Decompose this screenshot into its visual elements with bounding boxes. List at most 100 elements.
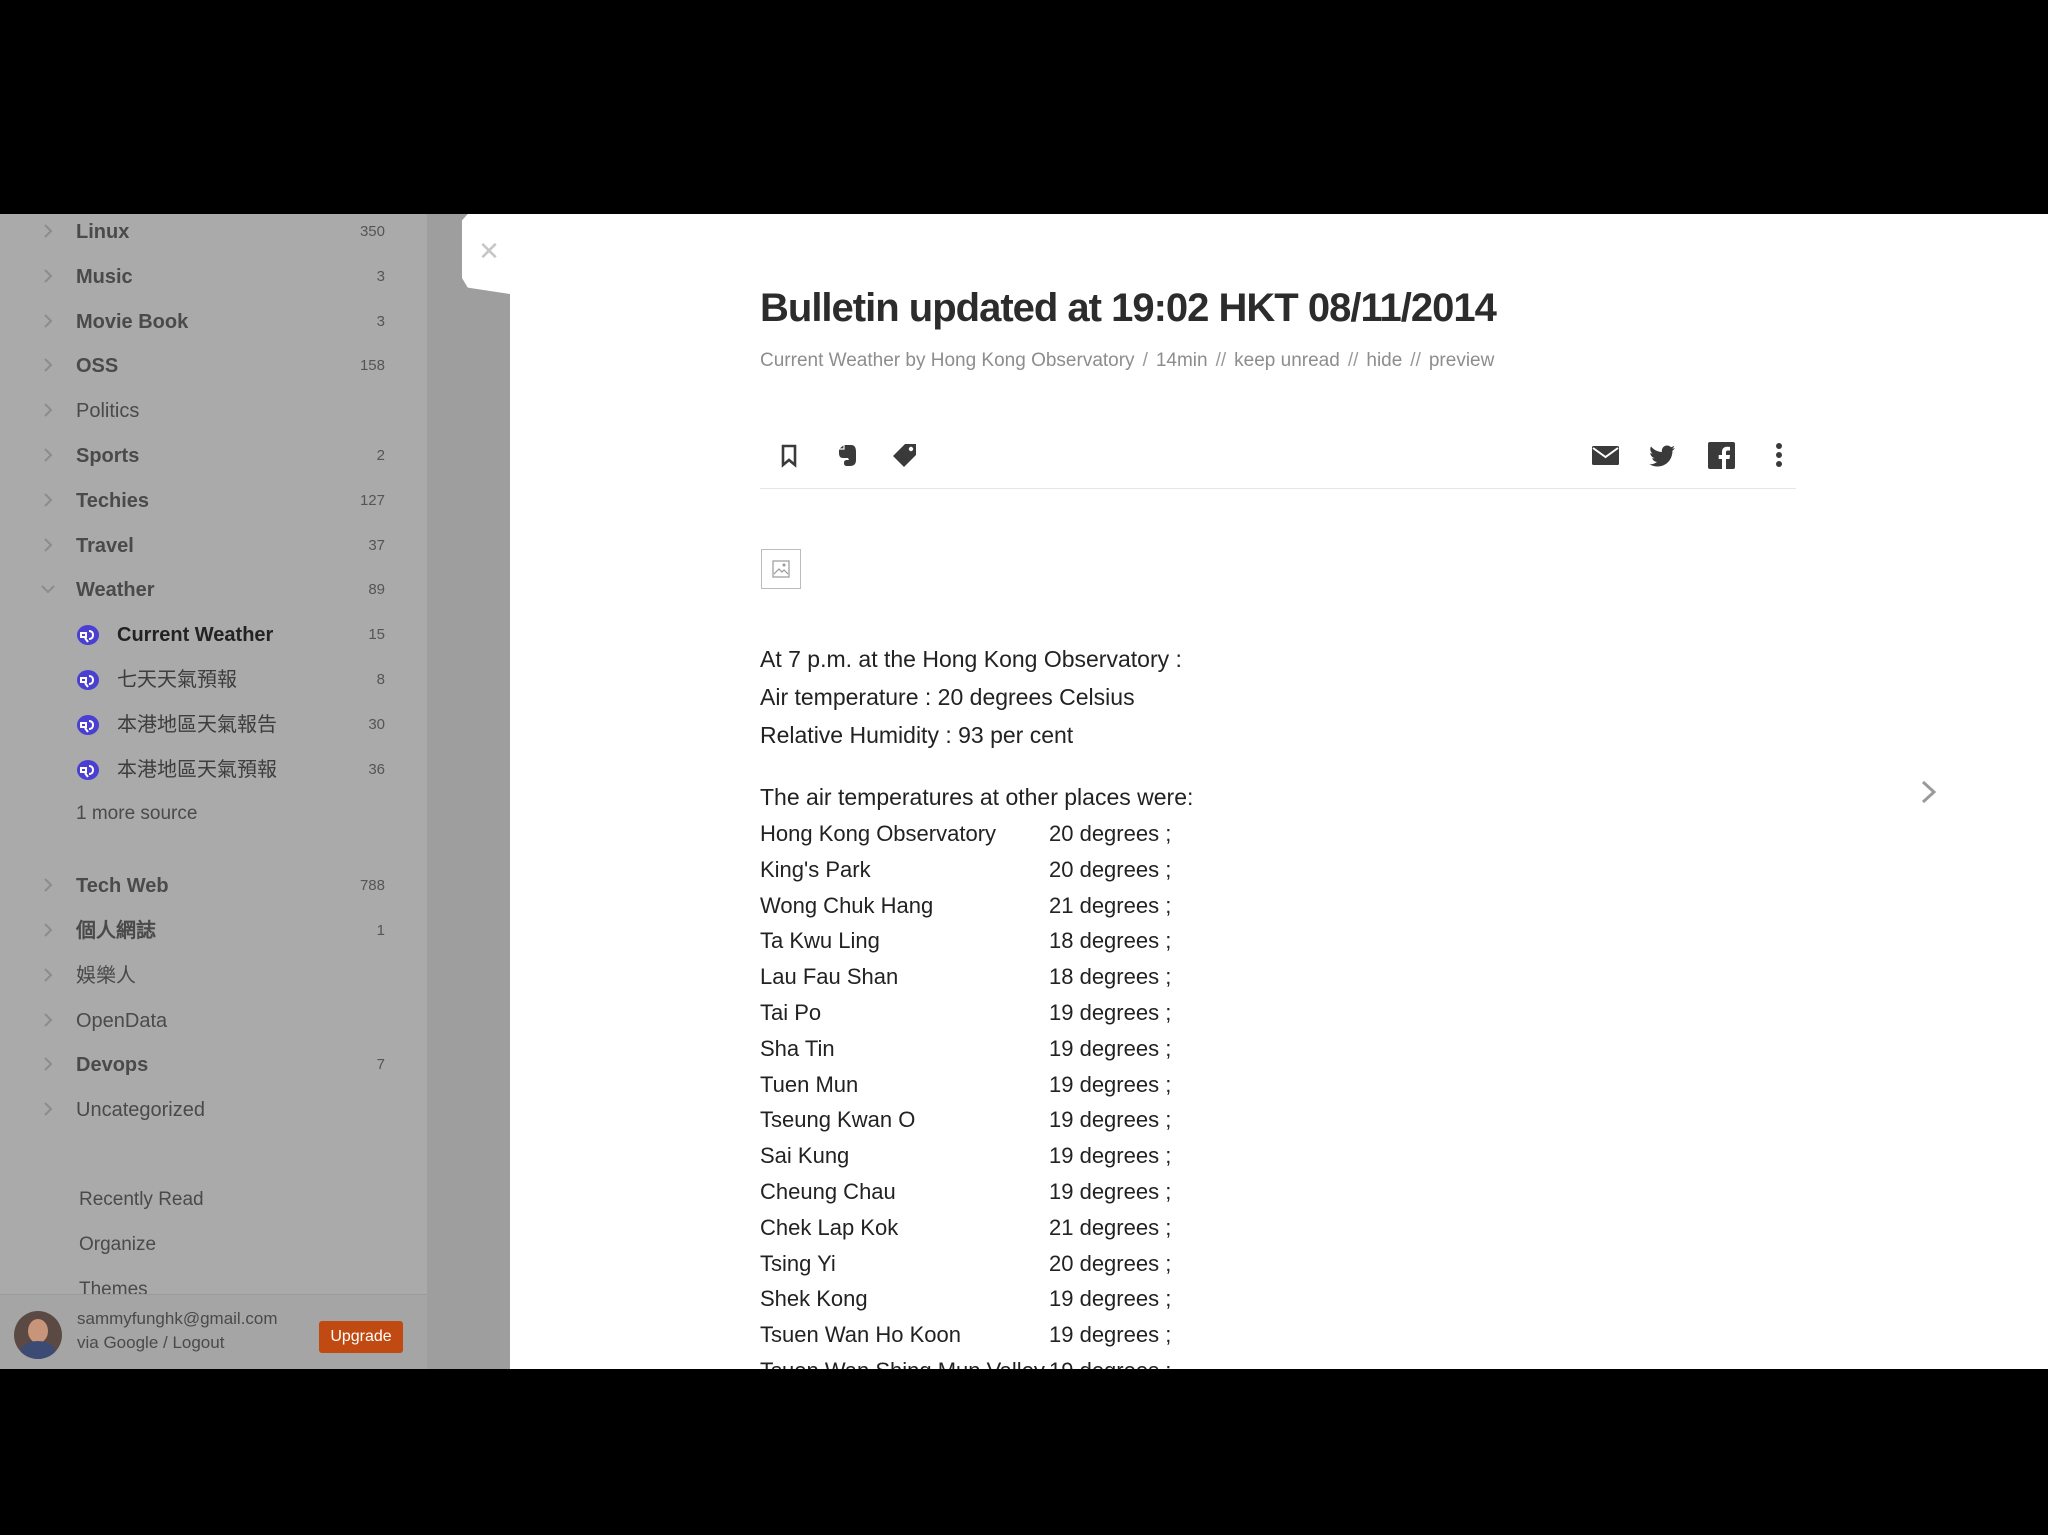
sidebar-category[interactable]: Sports 2 [0,434,427,478]
chevron-right-icon[interactable] [37,265,59,287]
sidebar-feed-source[interactable]: Current Weather 15 [0,613,427,657]
sidebar-feed-source[interactable]: 本港地區天氣預報 36 [0,748,427,792]
place-name: Wong Chuk Hang [760,892,934,918]
sidebar-category[interactable]: OpenData [0,999,427,1043]
sidebar-category[interactable]: Politics [0,389,427,433]
place-temperature: 18 degrees ; [1049,964,1172,990]
place-temperature: 21 degrees ; [1049,1214,1172,1240]
place-temperature: 19 degrees ; [1049,1358,1171,1369]
sidebar-category[interactable]: 娛樂人 [0,954,427,998]
chevron-right-icon[interactable] [37,874,59,896]
place-name: Chek Lap Kok [760,1214,899,1240]
feed-source-label: 本港地區天氣報告 [117,713,277,736]
sidebar-category[interactable]: Movie Book 3 [0,300,427,344]
sidebar-category-label: Techies [76,489,149,512]
hide-link[interactable]: hide [1366,350,1402,371]
sidebar-footer-link[interactable]: Recently Read [79,1178,204,1222]
bookmark-icon[interactable] [772,438,806,472]
places-heading: The air temperatures at other places wer… [760,784,1194,810]
chevron-right-icon[interactable] [37,354,59,376]
article-meta: Current Weather by Hong Kong Observatory… [760,350,1494,372]
feed-source-icon [76,624,100,646]
sidebar-category[interactable]: Weather 89 [0,568,427,612]
chevron-right-icon[interactable] [37,310,59,332]
overlay-strip [427,214,510,1369]
sidebar-category[interactable]: Techies 127 [0,479,427,523]
sidebar-category-label: Devops [76,1054,149,1077]
close-article-button[interactable]: ✕ [462,214,510,294]
chevron-right-icon[interactable] [37,1009,59,1031]
chevron-right-icon[interactable] [37,489,59,511]
place-temperature: 19 degrees ; [1049,1071,1172,1097]
place-temperature: 19 degrees ; [1049,1000,1172,1025]
article-view: Bulletin updated at 19:02 HKT 08/11/2014… [510,214,2048,1369]
more-source-link[interactable]: 1 more source [76,792,197,836]
evernote-icon[interactable] [830,438,864,472]
next-article-button[interactable] [1910,774,1946,810]
meta-separator: / [1142,350,1148,371]
sidebar-category-label: Travel [76,534,134,557]
broken-image-placeholder [761,549,801,589]
place-name: Tsuen Wan Ho Koon [760,1322,961,1348]
sidebar-category[interactable]: 個人網誌 1 [0,909,427,953]
sidebar-category-label: OpenData [76,1009,168,1032]
article-source-link[interactable]: Current Weather by Hong Kong Observatory [760,350,1135,371]
keep-unread-link[interactable]: keep unread [1234,350,1340,371]
sidebar-category[interactable]: Tech Web 788 [0,864,427,908]
sidebar-category-label: Politics [76,400,140,423]
sidebar-category[interactable]: OSS 158 [0,344,427,388]
chevron-right-icon[interactable] [37,220,59,242]
sidebar-category[interactable]: Travel 37 [0,524,427,568]
place-name: Cheung Chau [760,1179,896,1204]
facebook-icon[interactable] [1704,438,1738,472]
sidebar-feed-source[interactable]: 本港地區天氣報告 30 [0,703,427,747]
sidebar-category[interactable]: Uncategorized [0,1088,427,1132]
place-temperature: 19 degrees ; [1049,1143,1172,1169]
feed-source-label: 七天天氣預報 [117,669,237,691]
feed-source-icon [76,714,100,736]
chevron-right-icon[interactable] [37,444,59,466]
tag-icon[interactable] [888,438,922,472]
article-title[interactable]: Bulletin updated at 19:02 HKT 08/11/2014 [760,286,1497,331]
sidebar-category[interactable]: Music 3 [0,255,427,299]
sidebar-footer-link[interactable]: Organize [79,1223,156,1267]
unread-count: 350 [359,223,385,240]
preview-link[interactable]: preview [1429,350,1494,371]
place-temperature: 19 degrees ; [1049,1322,1172,1348]
unread-count: 2 [376,447,385,464]
sidebar-category-label: Uncategorized [76,1099,205,1122]
meta-separator: // [1410,350,1421,371]
place-name: Hong Kong Observatory [760,821,997,846]
place-name: Tsuen Wan Shing Mun Valley [760,1358,1045,1369]
feed-source-label: Current Weather [117,624,274,647]
sidebar-category-label: 個人網誌 [76,920,156,942]
place-name: Tsing Yi [760,1250,836,1276]
unread-count: 158 [359,357,385,375]
more-vertical-icon[interactable] [1762,438,1796,472]
unread-count: 127 [359,491,385,509]
sidebar-category[interactable]: Devops 7 [0,1043,427,1087]
twitter-icon[interactable] [1646,438,1680,472]
unread-count: 788 [359,877,385,895]
sidebar-category[interactable]: Linux 350 [0,214,427,254]
email-icon[interactable] [1588,438,1622,472]
chevron-right-icon[interactable] [37,919,59,941]
sidebar-feed-source[interactable]: 七天天氣預報 8 [0,658,427,702]
upgrade-button[interactable]: Upgrade [319,1321,403,1353]
chevron-right-icon[interactable] [37,534,59,556]
chevron-right-icon[interactable] [37,1053,59,1075]
sidebar-category-label: Weather [76,579,155,602]
chevron-right-icon[interactable] [37,399,59,421]
meta-separator: // [1215,350,1227,371]
unread-count: 8 [376,671,385,688]
place-temperature: 19 degrees ; [1049,1107,1172,1133]
sidebar-category-label: OSS [76,355,119,378]
place-name: Tseung Kwan O [760,1107,916,1133]
close-icon: ✕ [478,236,500,266]
chevron-right-icon[interactable] [37,964,59,986]
account-logout-link[interactable]: via Google / Logout [77,1333,224,1353]
avatar[interactable] [14,1311,62,1359]
chevron-right-icon[interactable] [37,1098,59,1120]
chevron-down-icon[interactable] [37,578,59,600]
unread-count: 15 [368,626,385,644]
